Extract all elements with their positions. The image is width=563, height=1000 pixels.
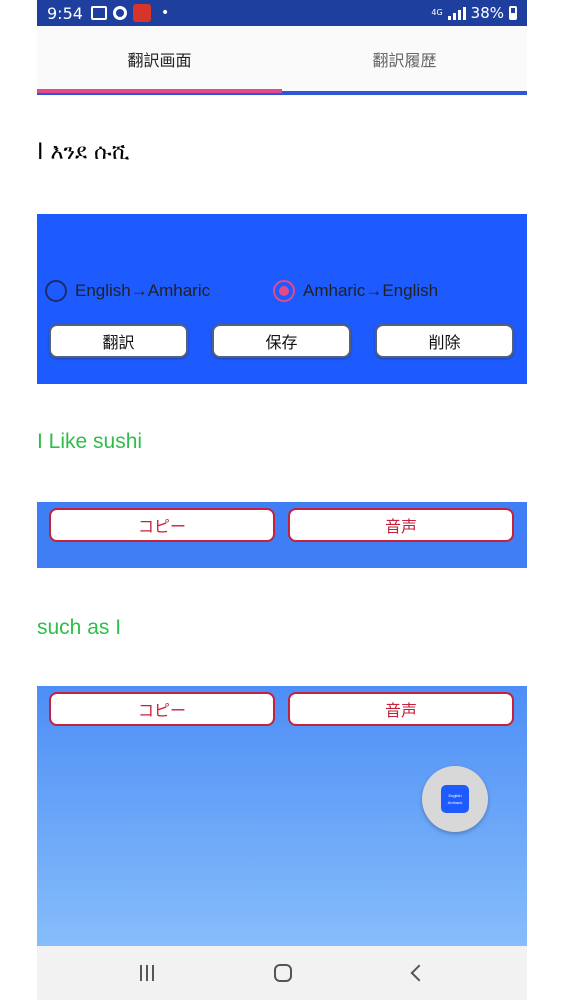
network-label: 4G: [431, 8, 443, 17]
tab-translate[interactable]: 翻訳画面: [37, 26, 282, 92]
chrome-icon: [112, 6, 127, 20]
tab-history[interactable]: 翻訳履歴: [282, 26, 527, 92]
app-logo-line1: English: [448, 793, 462, 798]
app-notification-icon: [132, 4, 151, 22]
home-icon: [274, 964, 292, 982]
result-action-bar: コピー 音声: [37, 502, 527, 568]
tab-indicator: [37, 89, 282, 93]
tab-bar: 翻訳画面 翻訳履歴: [37, 26, 527, 96]
signal-icon: [447, 6, 466, 20]
status-time: 9:54: [47, 3, 83, 23]
speech-button[interactable]: 音声: [288, 692, 514, 726]
back-translation-result[interactable]: such as I: [37, 616, 121, 640]
app-logo-icon: English Amharic: [441, 785, 469, 813]
radio-unchecked-icon: [45, 280, 67, 302]
back-button[interactable]: [389, 946, 449, 1000]
recents-button[interactable]: [117, 946, 177, 1000]
gallery-icon: [90, 6, 107, 20]
floating-app-button[interactable]: English Amharic: [422, 766, 488, 832]
app-logo-line2: Amharic: [447, 800, 463, 805]
speech-button[interactable]: 音声: [288, 508, 514, 542]
radio-amharic-english[interactable]: Amharic→English: [273, 280, 438, 302]
control-panel: English→Amharic Amharic→English 翻訳 保存 削除: [37, 214, 527, 384]
source-text[interactable]: I እንደ ሱሺ: [37, 140, 130, 165]
battery-icon: [509, 6, 517, 20]
notification-dot: •: [160, 5, 170, 21]
delete-button[interactable]: 削除: [375, 324, 514, 358]
radio-english-amharic[interactable]: English→Amharic: [45, 280, 210, 302]
back-icon: [410, 964, 428, 982]
status-right: 4G 38%: [431, 4, 517, 22]
copy-button[interactable]: コピー: [49, 508, 275, 542]
home-button[interactable]: [253, 946, 313, 1000]
radio-label: English→Amharic: [75, 281, 211, 300]
radio-checked-icon: [273, 280, 295, 302]
battery-percent: 38%: [470, 4, 504, 22]
navigation-bar: [37, 946, 527, 1000]
recents-icon: [140, 965, 154, 981]
translate-button[interactable]: 翻訳: [49, 324, 188, 358]
translation-result[interactable]: I Like sushi: [37, 430, 142, 454]
copy-button[interactable]: コピー: [49, 692, 275, 726]
save-button[interactable]: 保存: [212, 324, 351, 358]
status-bar: 9:54 • 4G 38%: [37, 0, 527, 26]
radio-label: Amharic→English: [303, 281, 439, 300]
